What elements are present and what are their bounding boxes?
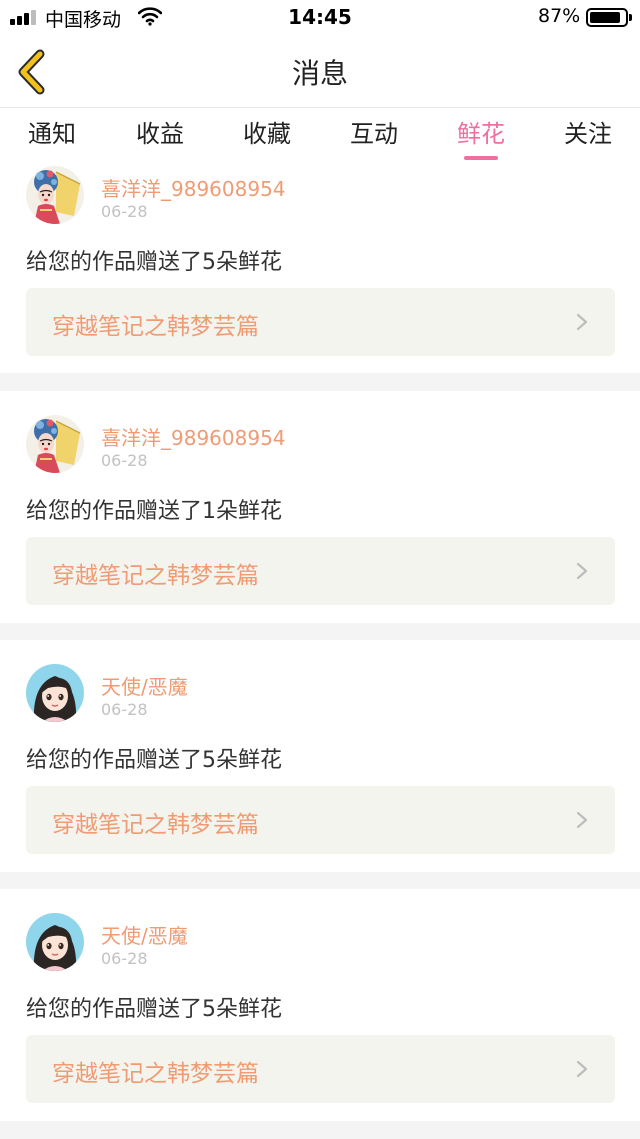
sender-username[interactable]: 喜洋洋_989608954	[101, 173, 286, 202]
chevron-right-icon	[576, 1060, 588, 1078]
page-title: 消息	[291, 57, 348, 90]
message-date: 06-28	[101, 451, 148, 470]
message-text: 给您的作品赠送了5朵鲜花	[26, 250, 282, 275]
message-date: 06-28	[101, 700, 148, 719]
work-title: 穿越笔记之韩梦芸篇	[52, 563, 259, 589]
tab-0[interactable]: 通知	[25, 114, 79, 158]
message-date: 06-28	[101, 202, 148, 221]
tab-label: 鲜花	[457, 120, 505, 148]
work-title: 穿越笔记之韩梦芸篇	[52, 1061, 259, 1087]
work-title: 穿越笔记之韩梦芸篇	[52, 812, 259, 838]
tab-3[interactable]: 互动	[347, 114, 401, 158]
message-date: 06-28	[101, 949, 148, 968]
message-text: 给您的作品赠送了5朵鲜花	[26, 997, 282, 1022]
sender-username[interactable]: 喜洋洋_989608954	[101, 422, 286, 451]
work-link[interactable]: 穿越笔记之韩梦芸篇	[26, 786, 615, 854]
work-link[interactable]: 穿越笔记之韩梦芸篇	[26, 537, 615, 605]
work-link[interactable]: 穿越笔记之韩梦芸篇	[26, 288, 615, 356]
work-title: 穿越笔记之韩梦芸篇	[52, 314, 259, 340]
message-text: 给您的作品赠送了5朵鲜花	[26, 748, 282, 773]
tab-5[interactable]: 关注	[561, 114, 615, 158]
battery-percentage: 87%	[538, 5, 581, 27]
message-text: 给您的作品赠送了1朵鲜花	[26, 499, 282, 524]
tab-label: 通知	[28, 120, 76, 148]
user-avatar[interactable]	[26, 664, 84, 722]
sender-username[interactable]: 天使/恶魔	[101, 920, 188, 949]
status-bar: 中国移动 14:45 87%	[0, 0, 640, 36]
battery-icon	[586, 8, 628, 27]
message-card: 天使/恶魔 06-28 给您的作品赠送了5朵鲜花 穿越笔记之韩梦芸篇	[0, 640, 640, 872]
battery-cap	[629, 14, 632, 21]
user-avatar[interactable]	[26, 166, 84, 224]
navigation-bar: 消息	[0, 36, 640, 108]
chevron-right-icon	[576, 562, 588, 580]
tab-label: 互动	[350, 120, 398, 148]
category-tabs: 通知 收益 收藏 互动 鲜花 关注	[0, 108, 640, 162]
sender-username[interactable]: 天使/恶魔	[101, 671, 188, 700]
tab-4[interactable]: 鲜花	[454, 114, 508, 160]
chevron-right-icon	[576, 313, 588, 331]
tab-label: 收藏	[243, 120, 291, 148]
chevron-right-icon	[576, 811, 588, 829]
tab-1[interactable]: 收益	[133, 114, 187, 158]
message-card: 天使/恶魔 06-28 给您的作品赠送了5朵鲜花 穿越笔记之韩梦芸篇	[0, 889, 640, 1121]
work-link[interactable]: 穿越笔记之韩梦芸篇	[26, 1035, 615, 1103]
tab-label: 关注	[564, 120, 612, 148]
message-card: 喜洋洋_989608954 06-28 给您的作品赠送了1朵鲜花 穿越笔记之韩梦芸篇	[0, 391, 640, 623]
user-avatar[interactable]	[26, 415, 84, 473]
tab-label: 收益	[136, 120, 184, 148]
message-card: 喜洋洋_989608954 06-28 给您的作品赠送了5朵鲜花 穿越笔记之韩梦芸篇	[0, 162, 640, 373]
user-avatar[interactable]	[26, 913, 84, 971]
tab-2[interactable]: 收藏	[240, 114, 294, 158]
active-tab-indicator	[464, 156, 498, 160]
